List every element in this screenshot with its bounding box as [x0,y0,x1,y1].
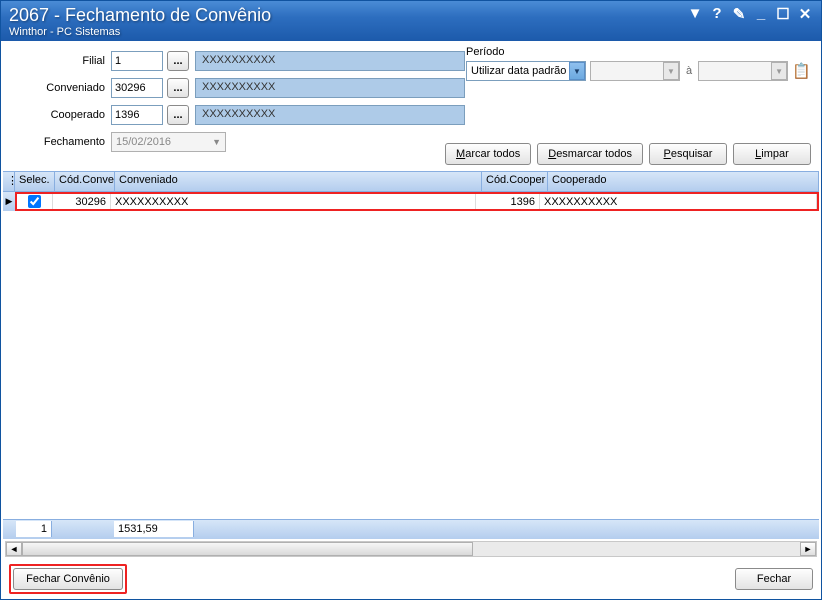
filial-display: XXXXXXXXXX [195,51,465,71]
col-conveniado[interactable]: Conveniado [115,172,482,191]
desmarcar-todos-button[interactable]: Desmarcar todos [537,143,643,165]
window-controls: ▼ ? ✎ _ ☐ ✕ [687,5,813,23]
fechamento-value: 15/02/2016 [116,136,171,148]
fechamento-label: Fechamento [11,136,111,148]
row-conveniado: Conveniado ... XXXXXXXXXX [11,78,811,98]
fechar-convenio-highlight: Fechar Convênio [9,564,127,594]
col-cooperado[interactable]: Cooperado [548,172,819,191]
calendar-icon: 📋 [792,62,810,80]
window-subtitle: Winthor - PC Sistemas [9,26,813,38]
horizontal-scrollbar[interactable]: ◄ ► [5,541,817,557]
conveniado-label: Conveniado [11,82,111,94]
footer-total: 1531,59 [114,521,194,537]
periodo-mode-combo[interactable]: Utilizar data padrão ▼ [466,61,586,81]
close-icon[interactable]: ✕ [797,5,813,23]
cooperado-label: Cooperado [11,109,111,121]
content-area: Filial ... XXXXXXXXXX Conveniado ... XXX… [1,41,821,599]
grid-header: ⋮ Selec. Cód.Conver Conveniado Cód.Coope… [3,172,819,192]
row-conveniado: XXXXXXXXXX [111,194,476,209]
results-grid: ⋮ Selec. Cód.Conver Conveniado Cód.Coope… [3,171,819,559]
col-cod-cooper[interactable]: Cód.Cooper [482,172,548,191]
cooperado-display: XXXXXXXXXX [195,105,465,125]
minimize-icon[interactable]: _ [753,5,769,23]
grid-body: ▶ 30296 XXXXXXXXXX 1396 XXXXXXXXXX [3,192,819,519]
filial-label: Filial [11,55,111,67]
periodo-start-date: ▼ [590,61,680,81]
title-bar: 2067 - Fechamento de Convênio Winthor - … [1,1,821,41]
table-row[interactable]: 30296 XXXXXXXXXX 1396 XXXXXXXXXX [15,192,819,211]
row-cod-conver: 30296 [53,194,111,209]
scroll-left-icon[interactable]: ◄ [6,542,22,556]
row-indicator-icon: ▶ [3,192,15,211]
grid-columns-icon[interactable]: ⋮ [3,172,15,191]
scroll-track[interactable] [22,542,800,556]
fechar-button[interactable]: Fechar [735,568,813,590]
periodo-group: Período Utilizar data padrão ▼ ▼ à ▼ [466,46,811,81]
fechar-convenio-button[interactable]: Fechar Convênio [13,568,123,590]
row-checkbox[interactable] [17,194,53,209]
col-selec[interactable]: Selec. [15,172,55,191]
conveniado-display: XXXXXXXXXX [195,78,465,98]
col-cod-conver[interactable]: Cód.Conver [55,172,115,191]
cooperado-input[interactable] [111,105,163,125]
periodo-row: Utilizar data padrão ▼ ▼ à ▼ 📋 [466,61,811,81]
cooperado-browse-button[interactable]: ... [167,105,189,125]
filial-input[interactable] [111,51,163,71]
chevron-down-icon: ▼ [212,137,221,147]
filial-browse-button[interactable]: ... [167,51,189,71]
main-window: 2067 - Fechamento de Convênio Winthor - … [0,0,822,600]
chevron-down-icon[interactable]: ▼ [569,62,585,80]
row-cooperado: XXXXXXXXXX [540,194,817,209]
limpar-button[interactable]: Limpar [733,143,811,165]
scroll-right-icon[interactable]: ► [800,542,816,556]
edit-icon[interactable]: ✎ [731,5,747,23]
scroll-thumb[interactable] [22,542,473,556]
row-cod-cooper: 1396 [476,194,540,209]
fechamento-date: 15/02/2016 ▼ [111,132,226,152]
conveniado-browse-button[interactable]: ... [167,78,189,98]
grid-footer: 1 1531,59 [3,519,819,539]
footer-count: 1 [16,521,52,537]
footer-bar: Fechar Convênio Fechar [1,559,821,599]
marcar-todos-button[interactable]: Marcar todos [445,143,531,165]
periodo-end-date: ▼ [698,61,788,81]
chevron-down-icon: ▼ [663,62,679,80]
help-icon[interactable]: ? [709,5,725,23]
periodo-a-label: à [684,65,694,77]
select-checkbox[interactable] [28,195,41,208]
periodo-mode-value: Utilizar data padrão [471,65,566,77]
dropdown-icon[interactable]: ▼ [687,5,703,23]
periodo-legend: Período [466,46,811,58]
row-cooperado: Cooperado ... XXXXXXXXXX [11,105,811,125]
chevron-down-icon: ▼ [771,62,787,80]
maximize-icon[interactable]: ☐ [775,5,791,23]
form-area: Filial ... XXXXXXXXXX Conveniado ... XXX… [1,41,821,167]
action-buttons: Marcar todos Desmarcar todos Pesquisar L… [445,143,811,165]
conveniado-input[interactable] [111,78,163,98]
pesquisar-button[interactable]: Pesquisar [649,143,727,165]
